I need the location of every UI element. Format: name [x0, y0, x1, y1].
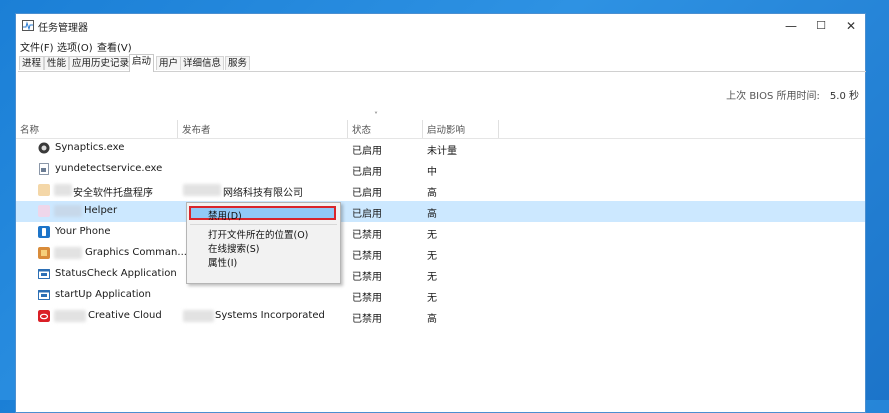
graphics-icon [38, 247, 50, 259]
tab-app-history[interactable]: 应用历史记录 [69, 56, 133, 70]
table-row[interactable]: Creative Cloud Systems Incorporated 已禁用 … [16, 306, 865, 327]
exe-icon [39, 163, 49, 175]
context-menu-search-online[interactable]: 在线搜索(S) [208, 241, 259, 255]
tab-strip: 进程 性能 应用历史记录 启动 用户 详细信息 服务 [18, 54, 866, 72]
tray-icon [38, 184, 50, 196]
redacted-text [54, 184, 72, 196]
row-impact: 高 [427, 209, 437, 220]
row-impact: 无 [427, 293, 437, 304]
column-divider[interactable] [177, 120, 178, 138]
redacted-text [54, 247, 82, 259]
tab-services[interactable]: 服务 [225, 56, 251, 70]
row-name: Helper [84, 205, 118, 216]
task-manager-icon [22, 20, 34, 31]
sort-indicator-icon: ˅ [374, 111, 378, 120]
helper-icon [38, 205, 50, 217]
app-window-icon [38, 269, 50, 279]
column-divider[interactable] [422, 120, 423, 138]
row-name: Creative Cloud [88, 310, 162, 321]
context-menu: 禁用(D) 打开文件所在的位置(O) 在线搜索(S) 属性(I) [186, 202, 341, 284]
tab-users[interactable]: 用户 [156, 56, 182, 70]
menu-bar: 文件(F) 选项(O) 查看(V) [16, 38, 865, 54]
menu-options[interactable]: 选项(O) [57, 39, 93, 54]
redacted-text [54, 205, 82, 217]
row-status: 已启用 [352, 209, 382, 220]
row-impact: 未计量 [427, 146, 457, 157]
row-impact: 高 [427, 314, 437, 325]
row-status: 已禁用 [352, 314, 382, 325]
table-row[interactable]: startUp Application 已禁用 无 [16, 285, 865, 306]
row-status: 已禁用 [352, 251, 382, 262]
column-header: 名称 发布者 状态 启动影响 [16, 120, 865, 139]
bios-time-label: 上次 BIOS 所用时间: [726, 91, 820, 102]
close-button[interactable]: ✕ [836, 16, 866, 36]
row-publisher: Systems Incorporated [215, 310, 325, 321]
minimize-button[interactable]: — [776, 16, 806, 36]
row-impact: 无 [427, 230, 437, 241]
table-row[interactable]: 安全软件托盘程序 网络科技有限公司 已启用 高 [16, 180, 865, 201]
context-menu-separator [190, 224, 337, 225]
row-status: 已禁用 [352, 230, 382, 241]
task-manager-window: 任务管理器 — ☐ ✕ 文件(F) 选项(O) 查看(V) 进程 性能 应用历史… [15, 13, 866, 413]
maximize-button[interactable]: ☐ [806, 16, 836, 36]
row-name: startUp Application [55, 289, 152, 300]
row-status: 已禁用 [352, 272, 382, 283]
row-name: 安全软件托盘程序 [73, 188, 153, 199]
table-row[interactable]: yundetectservice.exe 已启用 中 [16, 159, 865, 180]
table-row[interactable]: StatusCheck Application 已禁用 无 [16, 264, 865, 285]
table-row[interactable]: Synaptics.exe 已启用 未计量 [16, 138, 865, 159]
tab-processes[interactable]: 进程 [19, 56, 45, 70]
row-name: Synaptics.exe [55, 142, 125, 153]
column-divider[interactable] [498, 120, 499, 138]
row-name: Graphics Comman... [85, 247, 187, 258]
row-status: 已启用 [352, 188, 382, 199]
row-status: 已启用 [352, 167, 382, 178]
row-impact: 无 [427, 272, 437, 283]
column-publisher[interactable]: 发布者 [182, 122, 211, 136]
menu-file[interactable]: 文件(F) [20, 39, 54, 54]
row-status: 已禁用 [352, 293, 382, 304]
window-title: 任务管理器 [38, 23, 88, 34]
context-menu-properties[interactable]: 属性(I) [208, 255, 237, 269]
column-name[interactable]: 名称 [20, 122, 39, 136]
redacted-text [183, 310, 214, 322]
tab-startup[interactable]: 启动 [129, 54, 155, 72]
context-menu-disable[interactable]: 禁用(D) [208, 208, 242, 222]
row-impact: 中 [427, 167, 437, 178]
row-status: 已启用 [352, 146, 382, 157]
row-impact: 高 [427, 188, 437, 199]
row-publisher: 网络科技有限公司 [223, 188, 303, 199]
column-status[interactable]: 状态 [352, 122, 371, 136]
synaptics-icon [38, 142, 50, 154]
phone-icon [38, 226, 50, 238]
row-name: yundetectservice.exe [55, 163, 163, 174]
bios-time-value: 5.0 秒 [829, 91, 859, 102]
row-name: Your Phone [55, 226, 111, 237]
app-window-icon [38, 290, 50, 300]
table-row[interactable]: Your Phone 已禁用 无 [16, 222, 865, 243]
creative-cloud-icon [38, 310, 50, 322]
redacted-text [54, 310, 86, 322]
context-menu-open-file-location[interactable]: 打开文件所在的位置(O) [208, 227, 308, 241]
row-name: StatusCheck Application [55, 268, 177, 279]
title-bar[interactable]: 任务管理器 — ☐ ✕ [16, 14, 865, 38]
tab-performance[interactable]: 性能 [44, 56, 70, 70]
column-startup-impact[interactable]: 启动影响 [427, 122, 465, 136]
menu-view[interactable]: 查看(V) [97, 39, 132, 54]
column-divider[interactable] [347, 120, 348, 138]
tab-details[interactable]: 详细信息 [180, 56, 225, 70]
table-row-selected[interactable]: Helper 已启用 高 [16, 201, 865, 222]
table-row[interactable]: Graphics Comman... 已禁用 无 [16, 243, 865, 264]
bios-time: 上次 BIOS 所用时间: 5.0 秒 [726, 87, 859, 102]
row-impact: 无 [427, 251, 437, 262]
redacted-text [183, 184, 221, 196]
